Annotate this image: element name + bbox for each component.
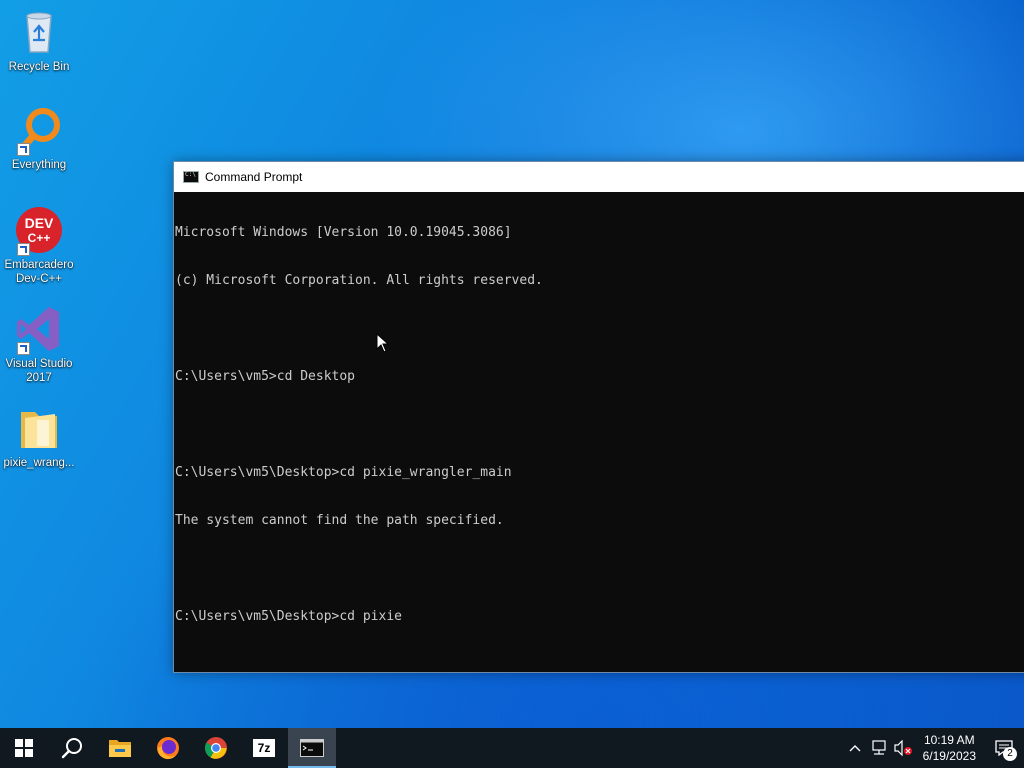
desktop-icon-label: Embarcadero Dev-C++: [4, 259, 74, 285]
folder-icon: [15, 404, 63, 452]
console-input-line[interactable]: C:\Users\vm5\Desktop>cd pixie: [175, 609, 1024, 625]
devcpp-icon: DEV C++: [15, 206, 63, 256]
desktop-icon-visual-studio[interactable]: Visual Studio 2017: [0, 305, 78, 385]
desktop-icon-label: Visual Studio 2017: [5, 358, 73, 384]
window-titlebar[interactable]: Command Prompt: [174, 162, 1024, 192]
shortcut-arrow-icon: [17, 143, 30, 156]
network-button[interactable]: [867, 728, 891, 768]
console-output[interactable]: Microsoft Windows [Version 10.0.19045.30…: [174, 192, 1024, 657]
clock-date: 6/19/2023: [922, 749, 976, 763]
svg-text:C++: C++: [28, 231, 51, 245]
taskbar-firefox[interactable]: [144, 728, 192, 768]
notification-badge: 2: [1003, 747, 1017, 761]
console-line: C:\Users\vm5\Desktop>cd pixie_wrangler_m…: [175, 465, 512, 480]
search-button[interactable]: [48, 728, 96, 768]
taskbar: 7z 10:19 AM 6/19/2023 2: [0, 728, 1024, 768]
file-explorer-icon: [109, 740, 131, 757]
chevron-up-icon: [849, 745, 861, 752]
visual-studio-icon: [15, 305, 63, 355]
start-icon: [15, 739, 33, 757]
desktop-icon-label: Recycle Bin: [8, 61, 70, 73]
search-icon: [61, 738, 82, 759]
shortcut-arrow-icon: [17, 243, 30, 256]
firefox-icon: [157, 737, 179, 760]
console-line: The system cannot find the path specifie…: [175, 513, 504, 528]
action-center-button[interactable]: 2: [984, 728, 1024, 768]
taskbar-7zip[interactable]: 7z: [240, 728, 288, 768]
chrome-icon: [205, 737, 227, 759]
desktop-icon-devcpp[interactable]: DEV C++ Embarcadero Dev-C++: [0, 206, 78, 286]
shortcut-arrow-icon: [17, 342, 30, 355]
taskbar-file-explorer[interactable]: [96, 728, 144, 768]
desktop-icon-everything[interactable]: Everything: [0, 106, 78, 172]
recycle-bin-icon: [15, 8, 63, 56]
system-tray: 10:19 AM 6/19/2023 2: [843, 728, 1024, 768]
start-button[interactable]: [0, 728, 48, 768]
desktop-icon-label: pixie_wrang...: [3, 457, 75, 469]
7zip-icon: 7z: [253, 739, 275, 757]
svg-text:DEV: DEV: [25, 215, 54, 231]
command-prompt-window[interactable]: Command Prompt Microsoft Windows [Versio…: [173, 161, 1024, 673]
desktop-icon-label: Everything: [11, 159, 67, 171]
taskbar-chrome[interactable]: [192, 728, 240, 768]
console-line: (c) Microsoft Corporation. All rights re…: [175, 273, 543, 288]
network-icon: [872, 740, 886, 755]
command-prompt-icon: [183, 171, 199, 183]
everything-search-icon: [15, 106, 63, 156]
taskbar-command-prompt[interactable]: [288, 728, 336, 768]
window-title: Command Prompt: [205, 170, 303, 184]
show-hidden-icons-button[interactable]: [843, 728, 867, 768]
desktop-icon-recycle-bin[interactable]: Recycle Bin: [0, 8, 78, 74]
taskbar-clock[interactable]: 10:19 AM 6/19/2023: [915, 732, 984, 764]
console-line: C:\Users\vm5>cd Desktop: [175, 369, 356, 384]
mouse-pointer-icon: [376, 333, 390, 353]
clock-time: 10:19 AM: [923, 733, 975, 747]
desktop-icon-pixie-folder[interactable]: pixie_wrang...: [0, 404, 78, 470]
7zip-label: 7z: [257, 741, 271, 755]
volume-button[interactable]: [891, 728, 915, 768]
command-prompt-icon: [300, 739, 324, 757]
volume-muted-icon: [894, 740, 912, 756]
console-line: Microsoft Windows [Version 10.0.19045.30…: [175, 225, 512, 240]
